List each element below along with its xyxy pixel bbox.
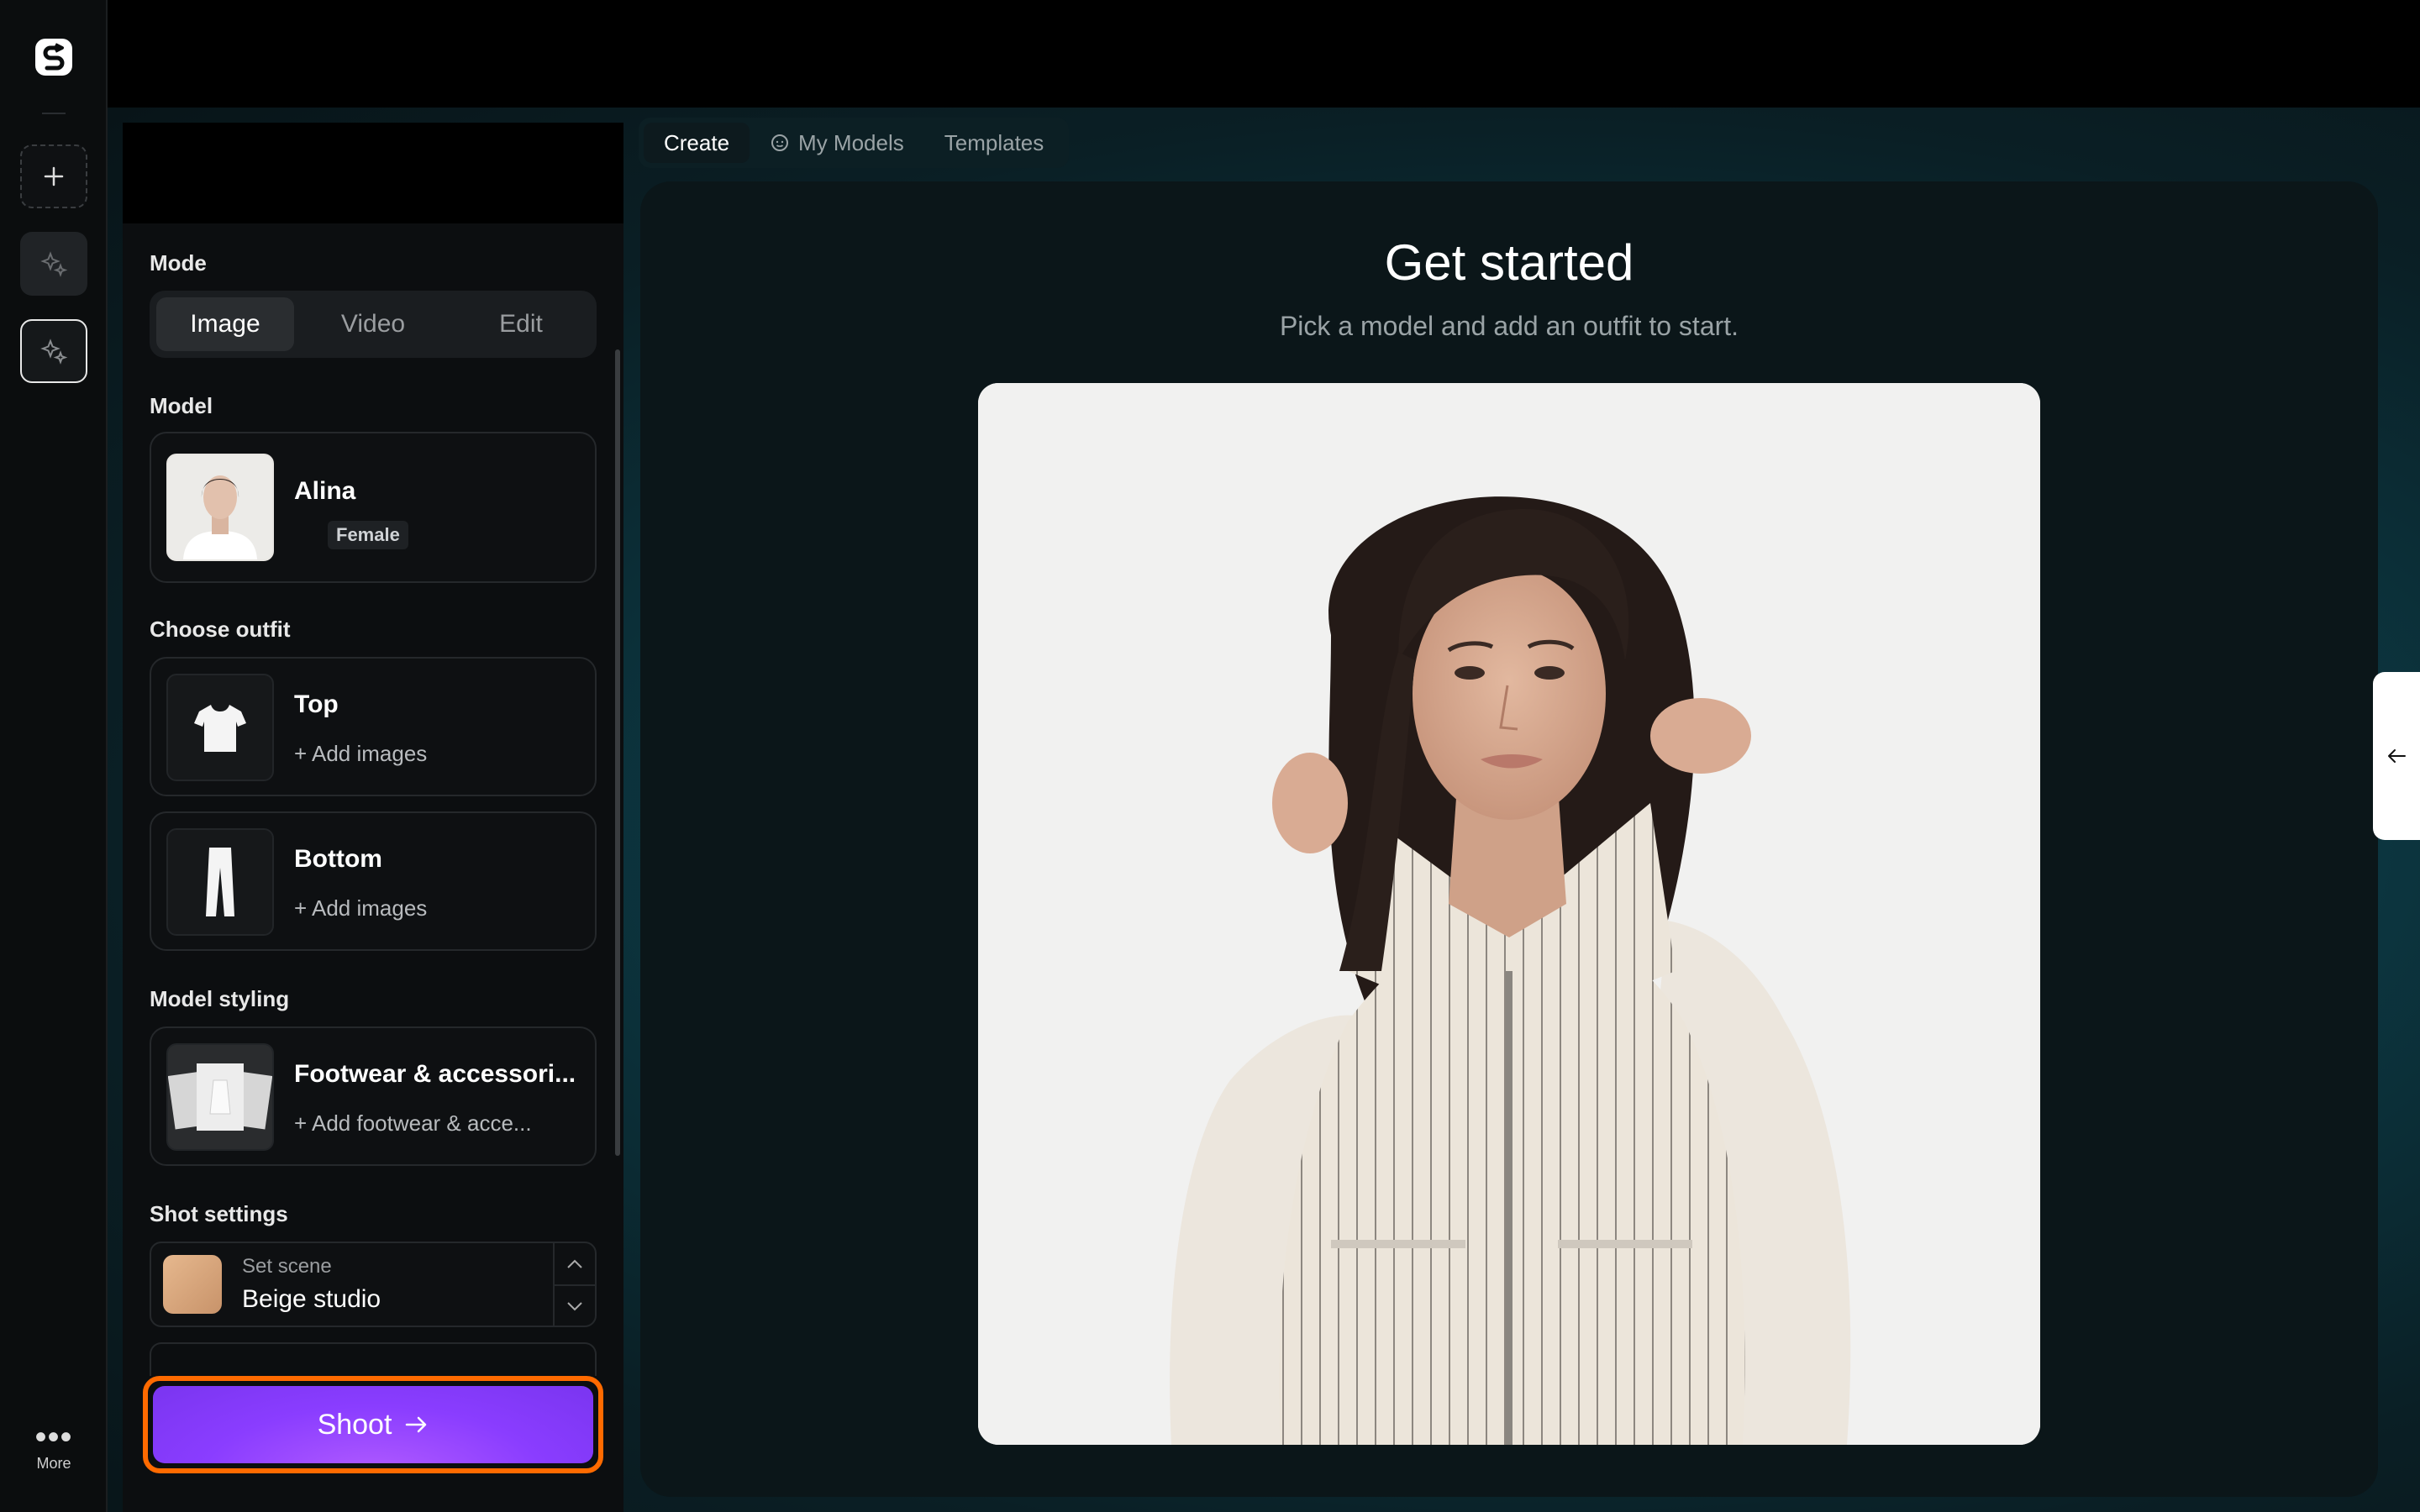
chevron-down-icon[interactable]: [555, 1284, 595, 1326]
styling-title: Footwear & accessori...: [294, 1060, 576, 1088]
settings-panel: Mode Image Video Edit Model Alina Female…: [123, 123, 623, 1512]
top-tabs: Create My Models Templates: [639, 118, 1070, 168]
get-started-card: Get started Pick a model and add an outf…: [640, 181, 2378, 1497]
rail-tool-button-2[interactable]: [20, 319, 87, 383]
mode-selector: Image Video Edit: [150, 291, 597, 358]
model-gender-badge: Female: [328, 521, 408, 549]
plus-icon: +: [294, 1110, 312, 1136]
more-button[interactable]: ••• More: [20, 1419, 87, 1473]
model-label: Model: [150, 393, 213, 418]
plus-icon: +: [294, 741, 312, 766]
scene-value: Beige studio: [242, 1285, 381, 1313]
shoot-label: Shoot: [317, 1408, 392, 1441]
pants-icon: [166, 828, 274, 936]
plus-icon: [44, 166, 64, 186]
mode-label: Mode: [150, 250, 207, 276]
outfit-bottom-title: Bottom: [294, 845, 382, 873]
mode-video[interactable]: Video: [304, 297, 442, 351]
arrow-right-icon: [406, 1416, 427, 1433]
outfit-top-card[interactable]: Top + Add images: [150, 657, 597, 796]
more-dots-icon: •••: [34, 1419, 73, 1456]
rail-tool-button-1[interactable]: [20, 232, 87, 296]
tab-my-models[interactable]: My Models: [750, 123, 924, 163]
accessories-icon: [166, 1043, 274, 1151]
scene-swatch: [163, 1255, 222, 1314]
model-name: Alina: [294, 477, 356, 505]
model-card[interactable]: Alina Female: [150, 432, 597, 583]
panel-scrollbar[interactable]: [615, 349, 620, 1156]
app-logo-icon[interactable]: [34, 37, 74, 77]
outfit-top-title: Top: [294, 690, 339, 718]
outfit-bottom-card[interactable]: Bottom + Add images: [150, 811, 597, 951]
more-label: More: [36, 1455, 71, 1472]
tshirt-icon: [166, 674, 274, 781]
sparkle-icon: [40, 251, 68, 277]
shoot-button[interactable]: Shoot: [153, 1386, 593, 1463]
scene-selector[interactable]: Set scene Beige studio: [150, 1242, 597, 1327]
shoot-focus-ring: Shoot: [143, 1376, 603, 1473]
tab-templates[interactable]: Templates: [924, 123, 1065, 163]
outfit-label: Choose outfit: [150, 617, 291, 642]
example-model-photo: [978, 383, 2040, 1445]
scene-stepper: [553, 1243, 595, 1326]
scene-key: Set scene: [242, 1255, 332, 1278]
new-project-button[interactable]: [20, 144, 87, 208]
page-title: Get started: [1384, 234, 1634, 291]
shot-settings-label: Shot settings: [150, 1201, 288, 1226]
styling-add[interactable]: + Add footwear & acce...: [294, 1110, 532, 1137]
page-subtitle: Pick a model and add an outfit to start.: [1279, 311, 1739, 341]
top-bar: [108, 0, 2420, 108]
chevron-up-icon[interactable]: [555, 1243, 595, 1284]
styling-card[interactable]: Footwear & accessori... + Add footwear &…: [150, 1026, 597, 1166]
model-avatar: [166, 454, 274, 561]
outfit-bottom-add[interactable]: + Add images: [294, 895, 427, 921]
face-icon: [771, 134, 789, 151]
sparkle-icon: [40, 339, 68, 365]
outfit-top-add[interactable]: + Add images: [294, 741, 427, 767]
next-setting-row[interactable]: [150, 1342, 597, 1376]
rail-divider: [42, 113, 66, 114]
arrow-left-icon: [2388, 749, 2406, 763]
collapse-panel-button[interactable]: [2373, 672, 2420, 840]
panel-header: [123, 123, 623, 223]
left-rail: ••• More: [0, 0, 108, 1512]
mode-edit[interactable]: Edit: [452, 297, 590, 351]
mode-image[interactable]: Image: [156, 297, 294, 351]
tab-create[interactable]: Create: [644, 123, 750, 163]
plus-icon: +: [294, 895, 312, 921]
styling-label: Model styling: [150, 986, 290, 1011]
